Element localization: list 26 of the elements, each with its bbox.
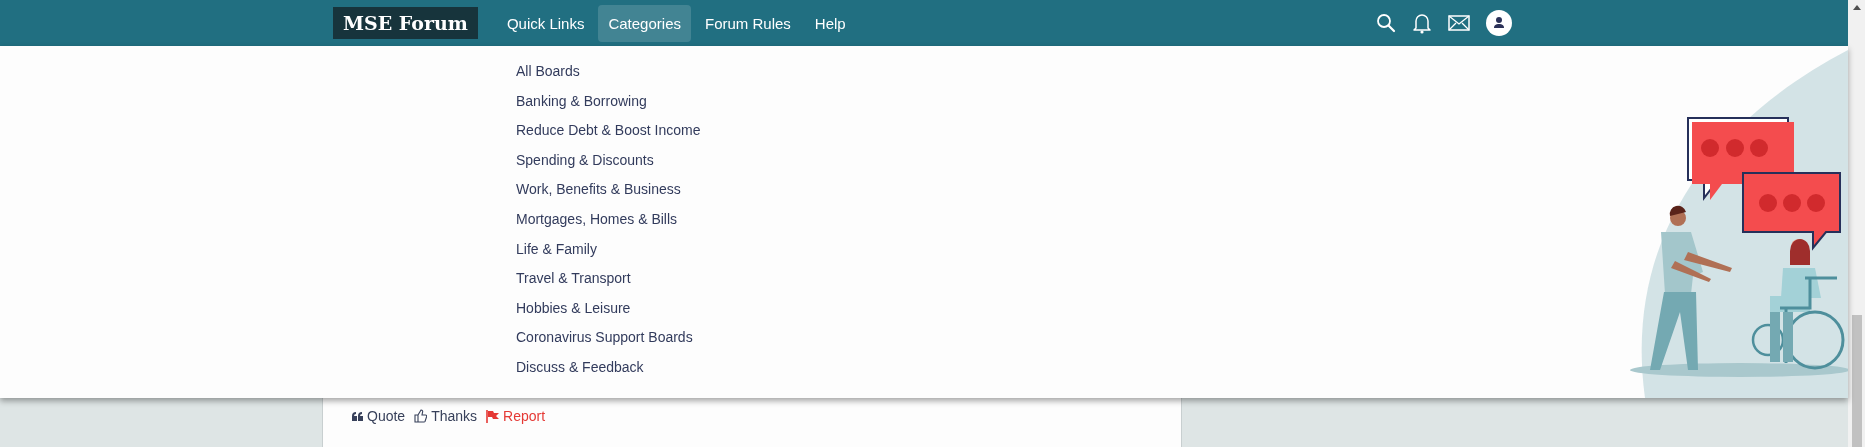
nav-tab[interactable]: Help xyxy=(804,4,856,42)
category-link[interactable]: Work, Benefits & Business xyxy=(516,181,681,198)
site-logo[interactable]: MSE Forum xyxy=(333,7,478,39)
category-link[interactable]: Reduce Debt & Boost Income xyxy=(516,122,701,139)
category-link[interactable]: Travel & Transport xyxy=(516,270,631,287)
bell-icon[interactable] xyxy=(1412,12,1432,34)
mail-icon[interactable] xyxy=(1448,15,1470,31)
user-avatar-icon[interactable] xyxy=(1486,10,1512,36)
category-link[interactable]: Discuss & Feedback xyxy=(516,358,644,375)
nav-tab[interactable]: Forum Rules xyxy=(695,4,801,42)
quote-icon xyxy=(352,411,363,421)
nav-tab[interactable]: Quick Links xyxy=(496,4,595,42)
thanks-link[interactable]: Thanks xyxy=(414,408,478,424)
category-link[interactable]: Spending & Discounts xyxy=(516,151,654,168)
quote-link[interactable]: Quote xyxy=(352,408,406,424)
flag-icon xyxy=(486,409,500,423)
search-icon[interactable] xyxy=(1376,13,1396,33)
category-link[interactable]: Hobbies & Leisure xyxy=(516,299,631,316)
category-link[interactable]: Mortgages, Homes & Bills xyxy=(516,210,678,227)
category-link[interactable]: Life & Family xyxy=(516,240,597,257)
category-link[interactable]: Coronavirus Support Boards xyxy=(516,329,693,346)
report-link[interactable]: Report xyxy=(486,408,546,424)
category-link[interactable]: Banking & Borrowing xyxy=(516,92,647,109)
thumbs-up-icon xyxy=(414,409,428,423)
category-link[interactable]: All Boards xyxy=(516,63,580,79)
scrollbar[interactable] xyxy=(1848,0,1865,447)
